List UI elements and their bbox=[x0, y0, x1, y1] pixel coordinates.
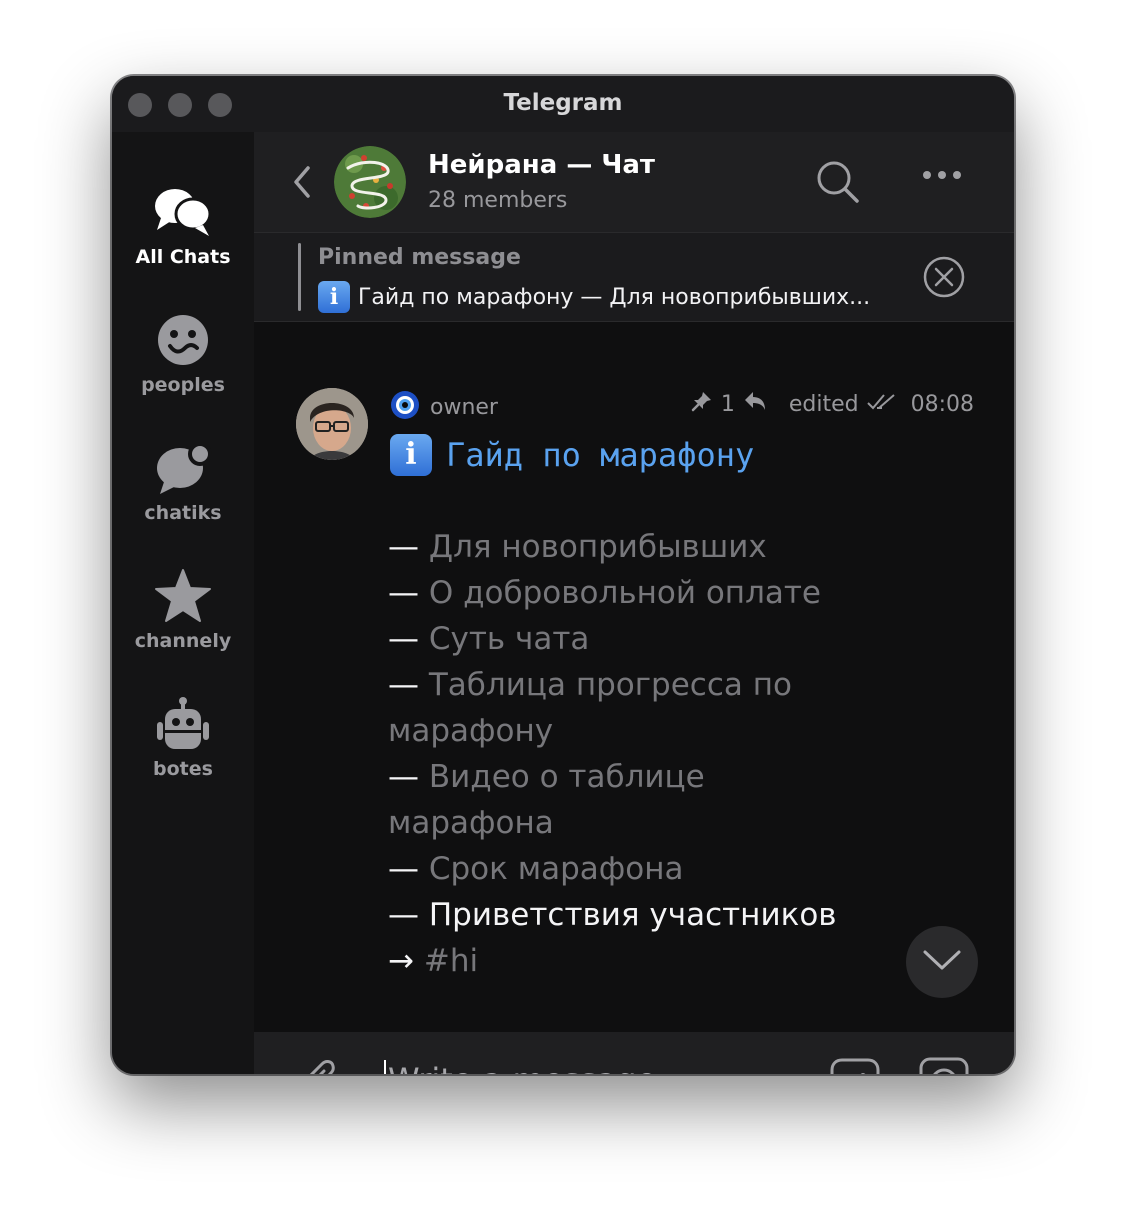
edited-label: edited bbox=[788, 391, 859, 417]
folders-sidebar: All Chats peoples chatiks channely botes bbox=[112, 132, 254, 1074]
message-input-wrap bbox=[384, 1058, 804, 1074]
message-time: 08:08 bbox=[910, 391, 974, 417]
pinned-preview: i Гайд по марафону — Для новоприбывших..… bbox=[318, 281, 870, 313]
scroll-down-button[interactable] bbox=[906, 926, 978, 998]
nazar-icon bbox=[390, 390, 420, 424]
back-icon[interactable] bbox=[290, 164, 314, 204]
chat-badge-icon bbox=[112, 432, 254, 496]
folder-label: channely bbox=[134, 630, 232, 652]
members-count: 28 members bbox=[428, 188, 568, 213]
message-line: — Таблица прогресса по bbox=[388, 667, 792, 703]
message-line: марафона bbox=[388, 805, 554, 841]
message-line: — Приветствия участников bbox=[388, 897, 837, 933]
more-icon[interactable] bbox=[922, 166, 962, 185]
text-cursor bbox=[384, 1060, 386, 1074]
guide-link[interactable]: Гайд по марафону bbox=[446, 436, 754, 474]
pinned-label: Pinned message bbox=[318, 245, 521, 270]
message-body: — Для новоприбывших — О добровольной опл… bbox=[388, 524, 837, 984]
folder-label: chatiks bbox=[144, 502, 222, 524]
message-composer bbox=[254, 1032, 1014, 1074]
chat-area: Нейрана — Чат 28 members Pinned message … bbox=[254, 132, 1014, 1074]
message-line: — Срок марафона bbox=[388, 851, 684, 887]
camera-icon[interactable] bbox=[918, 1056, 970, 1074]
sticker-icon[interactable] bbox=[828, 1056, 882, 1074]
robot-icon bbox=[112, 688, 254, 752]
message-line: — Суть чата bbox=[388, 621, 590, 657]
folder-label: botes bbox=[153, 758, 213, 780]
chat-avatar[interactable] bbox=[334, 146, 406, 218]
chat-header: Нейрана — Чат 28 members bbox=[254, 132, 1014, 232]
sender-name[interactable]: owner bbox=[430, 395, 498, 420]
message-line: — О добровольной оплате bbox=[388, 575, 822, 611]
star-icon bbox=[112, 560, 254, 624]
title-bar: Telegram bbox=[112, 76, 1014, 132]
info-icon: i bbox=[390, 434, 432, 476]
message-heading: i Гайд по марафону bbox=[390, 434, 754, 476]
pin-count: 1 bbox=[720, 391, 735, 417]
close-icon[interactable] bbox=[922, 255, 966, 303]
folder-chatiks[interactable]: chatiks bbox=[112, 432, 254, 524]
avatar[interactable] bbox=[296, 388, 368, 460]
double-check-icon bbox=[866, 392, 897, 417]
reply-icon bbox=[743, 390, 767, 418]
message-sender: owner bbox=[390, 390, 498, 424]
chat-bubbles-icon bbox=[112, 176, 254, 240]
hashtag-link[interactable]: #hi bbox=[424, 943, 478, 979]
chevron-down-icon bbox=[922, 948, 962, 976]
window-title: Telegram bbox=[503, 90, 623, 116]
pinned-indicator bbox=[298, 243, 301, 311]
message-line: — Для новоприбывших bbox=[388, 529, 767, 565]
paperclip-icon[interactable] bbox=[294, 1056, 340, 1074]
telegram-window: Telegram All Chats peoples chatiks chann… bbox=[112, 76, 1014, 1074]
info-icon: i bbox=[318, 281, 350, 313]
message-line: → #hi bbox=[388, 943, 479, 979]
folder-channely[interactable]: channely bbox=[112, 560, 254, 652]
folder-botes[interactable]: botes bbox=[112, 688, 254, 780]
face-icon bbox=[112, 304, 254, 368]
folder-label: peoples bbox=[141, 374, 225, 396]
pinned-text: Гайд по марафону — Для новоприбывших... bbox=[358, 284, 871, 310]
pinned-message-bar[interactable]: Pinned message i Гайд по марафону — Для … bbox=[254, 232, 1014, 322]
folder-all-chats[interactable]: All Chats bbox=[112, 176, 254, 268]
folder-peoples[interactable]: peoples bbox=[112, 304, 254, 396]
message-input[interactable] bbox=[388, 1058, 798, 1074]
message-meta: 1 edited 08:08 bbox=[691, 390, 974, 418]
message-line: марафону bbox=[388, 713, 554, 749]
search-icon[interactable] bbox=[816, 160, 860, 208]
message-line: — Видео о таблице bbox=[388, 759, 705, 795]
chat-title[interactable]: Нейрана — Чат bbox=[428, 150, 655, 180]
folder-label: All Chats bbox=[135, 246, 231, 268]
pin-icon bbox=[691, 390, 713, 418]
